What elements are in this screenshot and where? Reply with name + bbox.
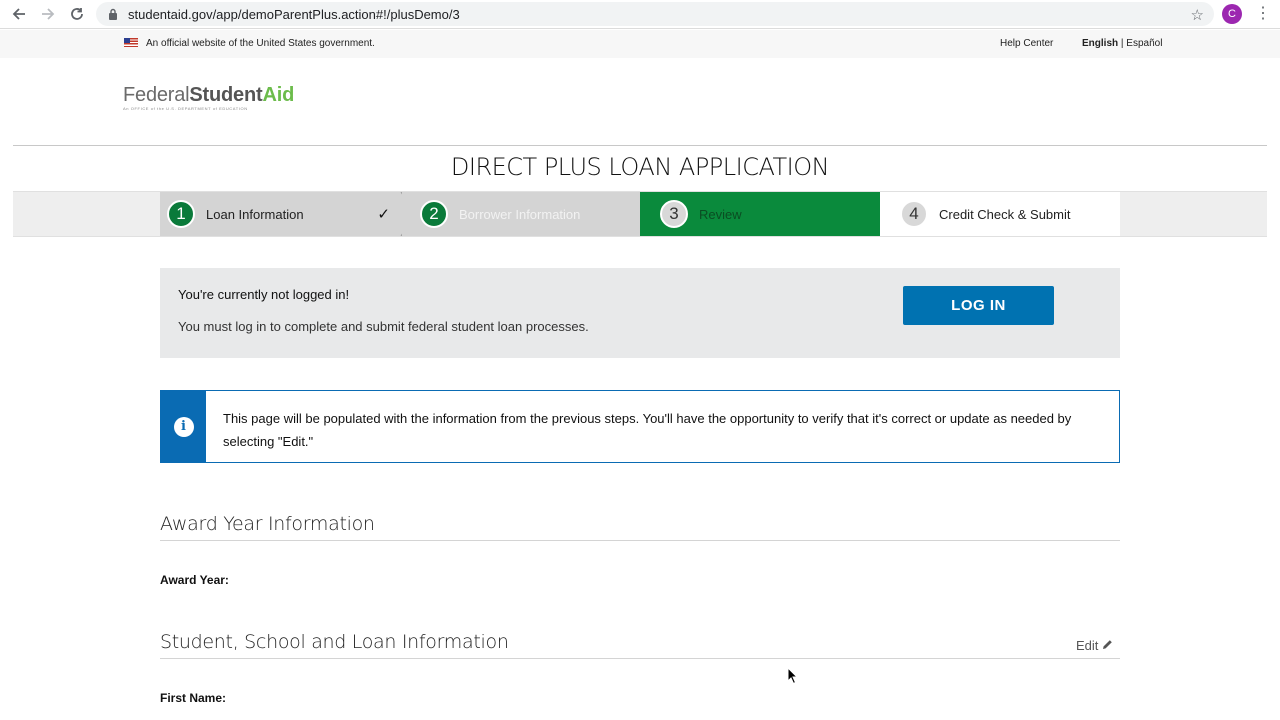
- edit-link[interactable]: Edit: [1076, 638, 1113, 653]
- login-notice-text: You must log in to complete and submit f…: [178, 319, 589, 334]
- log-in-button[interactable]: LOG IN: [903, 286, 1054, 325]
- checkmark-icon: ✓: [377, 206, 390, 223]
- lang-english[interactable]: English: [1082, 38, 1118, 49]
- step-label: Borrower Information: [459, 206, 581, 222]
- section-divider: [160, 658, 1120, 659]
- gov-banner: An official website of the United States…: [0, 30, 1280, 58]
- award-year-label: Award Year:: [160, 573, 229, 587]
- section-divider: [160, 540, 1120, 541]
- lock-icon: [107, 8, 119, 20]
- award-year-heading: Award Year Information: [160, 513, 375, 535]
- step-number: 3: [660, 200, 688, 228]
- info-alert: i This page will be populated with the i…: [160, 390, 1120, 463]
- bookmark-star-icon[interactable]: ☆: [1191, 6, 1204, 24]
- logo-subtitle: An OFFICE of the U.S. DEPARTMENT of EDUC…: [123, 106, 248, 111]
- browser-menu-icon[interactable]: ⋮: [1255, 5, 1271, 23]
- address-bar[interactable]: studentaid.gov/app/demoParentPlus.action…: [96, 2, 1214, 26]
- step-review[interactable]: 3 Review: [640, 192, 880, 236]
- step-loan-information[interactable]: 1 Loan Information ✓: [160, 192, 400, 236]
- step-number: 1: [167, 200, 195, 228]
- info-icon: i: [173, 416, 194, 437]
- lang-separator: |: [1120, 38, 1124, 49]
- student-school-loan-heading: Student, School and Loan Information: [160, 631, 509, 653]
- fsa-logo[interactable]: FederalStudentAid An OFFICE of the U.S. …: [123, 84, 295, 111]
- edit-label: Edit: [1076, 638, 1099, 653]
- logo-federal: Federal: [123, 84, 190, 106]
- lang-espanol[interactable]: Español: [1126, 38, 1162, 49]
- page-title: DIRECT PLUS LOAN APPLICATION: [450, 153, 830, 181]
- step-label: Credit Check & Submit: [939, 206, 1071, 222]
- forward-arrow-icon[interactable]: [38, 4, 58, 24]
- language-switcher: English | Español: [1082, 38, 1162, 49]
- us-flag-icon: [124, 38, 138, 47]
- header-divider: [13, 145, 1267, 146]
- back-arrow-icon[interactable]: [9, 4, 29, 24]
- first-name-label: First Name:: [160, 691, 227, 705]
- step-label: Review: [699, 206, 742, 222]
- step-label: Loan Information: [206, 206, 304, 222]
- info-alert-sidebar: i: [161, 391, 206, 462]
- pencil-icon: [1102, 639, 1113, 653]
- login-notice-title: You're currently not logged in!: [178, 287, 350, 302]
- logo-aid: Aid: [262, 84, 295, 106]
- step-credit-check-submit[interactable]: 4 Credit Check & Submit: [880, 192, 1120, 236]
- help-center-link[interactable]: Help Center: [1000, 38, 1053, 49]
- mouse-cursor-icon: [787, 667, 799, 685]
- logo-student: Student: [189, 84, 263, 106]
- profile-avatar[interactable]: C: [1222, 4, 1242, 24]
- login-notice-panel: You're currently not logged in! You must…: [160, 268, 1120, 358]
- official-site-text: An official website of the United States…: [146, 38, 375, 49]
- url-text: studentaid.gov/app/demoParentPlus.action…: [128, 6, 460, 22]
- step-borrower-information[interactable]: 2 Borrower Information: [402, 192, 640, 236]
- info-alert-text: This page will be populated with the inf…: [223, 411, 1072, 449]
- step-number: 2: [420, 200, 448, 228]
- step-number: 4: [900, 200, 928, 228]
- reload-icon[interactable]: [67, 4, 87, 24]
